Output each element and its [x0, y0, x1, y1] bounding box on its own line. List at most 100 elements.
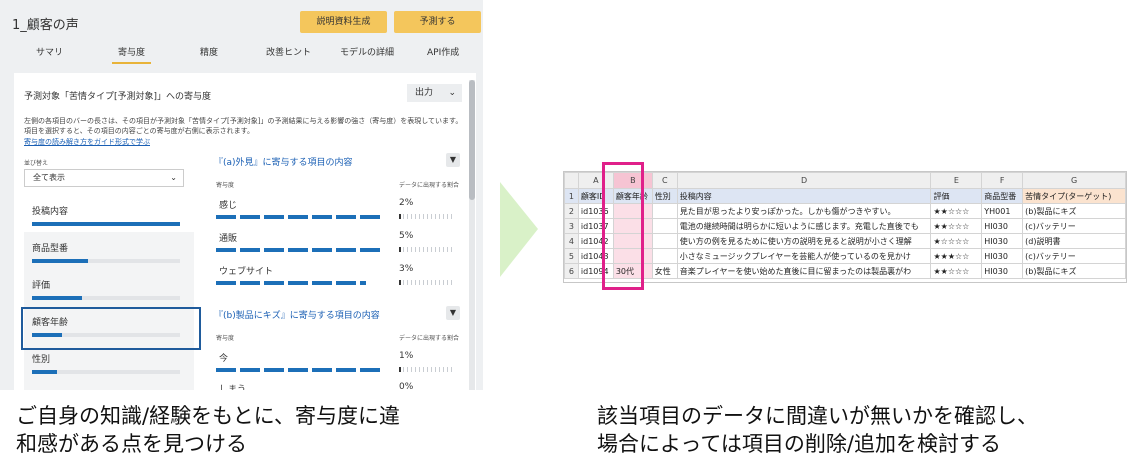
column-header-row: A B C D E F G: [564, 172, 1126, 189]
row-number[interactable]: 6: [564, 263, 579, 279]
feature-label: 投稿内容: [32, 207, 69, 217]
contribution-bar: [216, 215, 382, 219]
card-heading: 予測対象「苦情タイプ[予測対象]」への寄与度: [24, 92, 212, 102]
chevron-down-icon: ⌄: [170, 173, 177, 182]
cell[interactable]: 使い方の例を見るために使い方の説明を見ると説明が小さく理解: [676, 233, 932, 249]
feature-label: 性別: [32, 355, 51, 365]
contribution-bar: [216, 281, 366, 285]
ratio-marker: [399, 367, 401, 372]
cell[interactable]: (c)バッテリー: [1022, 248, 1126, 264]
cell[interactable]: HI030: [981, 218, 1024, 234]
ratio-marker: [399, 247, 401, 252]
cell[interactable]: YH001: [981, 203, 1024, 219]
row-number[interactable]: 5: [564, 248, 579, 264]
cell[interactable]: (c)バッテリー: [1022, 218, 1126, 234]
cell[interactable]: (b)製品にキズ: [1022, 203, 1126, 219]
column-letter[interactable]: D: [676, 172, 932, 189]
header-cell-target[interactable]: 苦情タイプ(ターゲット): [1022, 188, 1126, 204]
column-letter[interactable]: E: [930, 172, 983, 189]
tab-api[interactable]: API作成: [427, 44, 459, 62]
feature-label: 評価: [32, 281, 51, 291]
contribution-track: [32, 259, 180, 263]
cell[interactable]: HI030: [981, 263, 1024, 279]
tab-bar: サマリ 寄与度 精度 改善ヒント モデルの詳細 API作成: [0, 44, 483, 66]
header-cell[interactable]: 投稿内容: [676, 188, 932, 204]
feature-list: 投稿内容 商品型番 評価 顧客年齢 性別: [24, 196, 194, 390]
cell[interactable]: ★★☆☆☆: [930, 203, 983, 219]
generate-report-button[interactable]: 説明資料生成: [300, 11, 387, 33]
customer-age-highlight: [21, 307, 201, 350]
header-cell[interactable]: 商品型番: [981, 188, 1024, 204]
cell[interactable]: ★★☆☆☆: [930, 263, 983, 279]
feature-item[interactable]: 評価: [24, 270, 194, 306]
cell[interactable]: [651, 233, 678, 249]
cell[interactable]: 女性: [651, 263, 678, 279]
table-row: 4 id1042 使い方の例を見るために使い方の説明を見ると説明が小さく理解 ★…: [564, 233, 1126, 249]
row-number[interactable]: 1: [564, 188, 579, 204]
cell[interactable]: 電池の継続時間は明らかに短いように感じます。充電した直後でも: [676, 218, 932, 234]
feature-item[interactable]: 商品型番: [24, 233, 194, 269]
sort-value: 全て表示: [33, 173, 65, 182]
scrollbar-thumb[interactable]: [469, 80, 475, 200]
ratio-marker: [399, 280, 401, 285]
ratio-scale: [399, 367, 455, 372]
header-cell[interactable]: 性別: [651, 188, 678, 204]
output-dropdown[interactable]: 出力 ⌄: [407, 84, 462, 102]
cell[interactable]: HI030: [981, 248, 1024, 264]
ratio-value: 3%: [399, 264, 414, 274]
cell[interactable]: [651, 203, 678, 219]
cell[interactable]: 音楽プレイヤーを使い始めた直後に目に留まったのは製品裏がわ: [676, 263, 932, 279]
sort-select[interactable]: 全て表示 ⌄: [24, 169, 184, 187]
cell[interactable]: (b)製品にキズ: [1022, 263, 1126, 279]
cell[interactable]: [651, 248, 678, 264]
guide-link[interactable]: 寄与度の読み解き方をガイド形式で学ぶ: [24, 137, 150, 147]
cell[interactable]: 小さなミュージックプレイヤーを芸能人が使っているのを見かけ: [676, 248, 932, 264]
right-arrow-icon: [500, 182, 538, 277]
ratio-value: 2%: [399, 198, 414, 208]
caption-right: 該当項目のデータに間違いが無いかを確認し、 場合によっては項目の削除/追加を検討…: [597, 402, 1038, 458]
output-label: 出力: [415, 88, 434, 98]
row-number[interactable]: 3: [564, 218, 579, 234]
section-title: 『(b)製品にキズ』に寄与する項目の内容: [214, 311, 380, 321]
tab-improvement-hints[interactable]: 改善ヒント: [266, 44, 311, 62]
term-label: 今: [219, 354, 229, 364]
cell[interactable]: HI030: [981, 233, 1024, 249]
cell[interactable]: [651, 218, 678, 234]
row-number[interactable]: 4: [564, 233, 579, 249]
corner-cell: [564, 172, 579, 189]
cell[interactable]: ★★★☆☆: [930, 248, 983, 264]
contribution-bar: [216, 248, 382, 252]
data-table: A B C D E F G 1 顧客ID 顧客年齢 性別 投稿内容 評価 商品型…: [564, 172, 1126, 279]
column-letter[interactable]: C: [651, 172, 678, 189]
cell[interactable]: ★★☆☆☆: [930, 218, 983, 234]
column-letter[interactable]: G: [1022, 172, 1126, 189]
table-row: 3 id1037 電池の継続時間は明らかに短いように感じます。充電した直後でも …: [564, 218, 1126, 234]
caption-left: ご自身の知識/経験をもとに、寄与度に違 和感がある点を見つける: [16, 402, 400, 458]
filter-icon[interactable]: ▼: [446, 306, 460, 320]
contribution-bar: [32, 259, 89, 263]
row-number[interactable]: 2: [564, 203, 579, 219]
tab-contribution[interactable]: 寄与度: [111, 44, 152, 64]
scrollbar[interactable]: [469, 80, 475, 390]
chevron-down-icon: ⌄: [448, 88, 456, 98]
column-letter[interactable]: F: [981, 172, 1024, 189]
filter-icon[interactable]: ▼: [446, 153, 460, 167]
tab-model-details[interactable]: モデルの詳細: [340, 44, 394, 62]
cell[interactable]: 見た目が思ったより安っぽかった。しかも傷がつきやすい。: [676, 203, 932, 219]
ratio-value: 1%: [399, 351, 414, 361]
predict-button[interactable]: 予測する: [394, 11, 481, 33]
cell[interactable]: ★☆☆☆☆: [930, 233, 983, 249]
contribution-bar: [32, 370, 58, 374]
tab-accuracy[interactable]: 精度: [200, 44, 218, 62]
contribution-track: [32, 222, 180, 226]
term-label: しまう: [219, 385, 247, 390]
tab-summary[interactable]: サマリ: [36, 44, 63, 62]
contribution-track: [32, 370, 180, 374]
caption-right-line2: 場合によっては項目の削除/追加を検討する: [597, 432, 1001, 456]
header-cell[interactable]: 評価: [930, 188, 983, 204]
table-row: 2 id1036 見た目が思ったより安っぽかった。しかも傷がつきやすい。 ★★☆…: [564, 203, 1126, 219]
feature-item[interactable]: 投稿内容: [24, 196, 194, 232]
cell[interactable]: (d)説明書: [1022, 233, 1126, 249]
sort-label: 並び替え: [24, 160, 49, 167]
contribution-bar: [216, 368, 382, 372]
